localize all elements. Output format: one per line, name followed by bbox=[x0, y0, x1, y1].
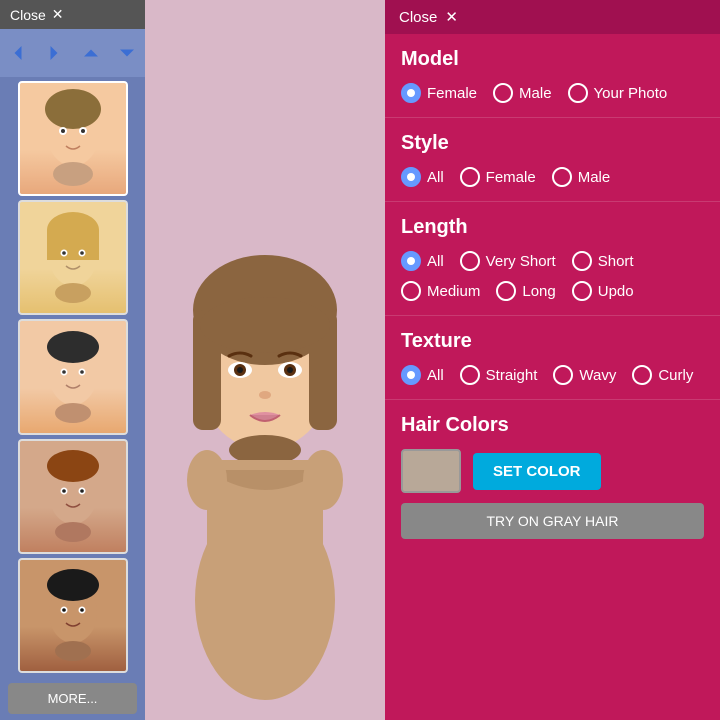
close-label-left: Close bbox=[10, 7, 46, 23]
texture-options: All Straight Wavy Curly bbox=[401, 365, 704, 385]
texture-curly-option[interactable]: Curly bbox=[632, 365, 693, 385]
try-gray-button[interactable]: TRY ON GRAY HAIR bbox=[401, 503, 704, 539]
style-male-label: Male bbox=[578, 169, 611, 186]
close-icon-right: ✕ bbox=[445, 8, 458, 26]
arrow-right-icon bbox=[40, 39, 68, 67]
style-section: Style All Female Male bbox=[385, 118, 720, 202]
arrow-down-icon bbox=[113, 39, 141, 67]
model-female-label: Female bbox=[427, 85, 477, 102]
length-all-radio[interactable] bbox=[401, 251, 421, 271]
model-options: Female Male Your Photo bbox=[401, 83, 704, 103]
length-long-radio[interactable] bbox=[496, 281, 516, 301]
texture-title: Texture bbox=[401, 330, 704, 353]
texture-straight-radio[interactable] bbox=[460, 365, 480, 385]
length-medium-option[interactable]: Medium bbox=[401, 281, 480, 301]
texture-curly-radio[interactable] bbox=[632, 365, 652, 385]
model-male-label: Male bbox=[519, 85, 552, 102]
model-figure bbox=[155, 20, 375, 700]
arrow-left-icon bbox=[4, 39, 32, 67]
color-row: SET COLOR bbox=[401, 449, 704, 493]
length-short-label: Short bbox=[598, 253, 634, 270]
arrow-up-icon bbox=[77, 39, 105, 67]
texture-straight-label: Straight bbox=[486, 367, 538, 384]
set-color-button[interactable]: SET COLOR bbox=[473, 453, 601, 490]
length-short-option[interactable]: Short bbox=[572, 251, 634, 271]
close-button-left[interactable]: Close ✕ bbox=[0, 0, 145, 29]
thumbnail-1[interactable] bbox=[18, 81, 128, 196]
model-yourphoto-radio[interactable] bbox=[568, 83, 588, 103]
model-male-radio[interactable] bbox=[493, 83, 513, 103]
length-long-label: Long bbox=[522, 283, 555, 300]
model-male-option[interactable]: Male bbox=[493, 83, 552, 103]
style-options: All Female Male bbox=[401, 167, 704, 187]
thumbnail-4[interactable] bbox=[18, 439, 128, 554]
face-svg-3 bbox=[33, 327, 113, 427]
texture-curly-label: Curly bbox=[658, 367, 693, 384]
model-title: Model bbox=[401, 48, 704, 71]
length-title: Length bbox=[401, 216, 704, 239]
model-yourphoto-option[interactable]: Your Photo bbox=[568, 83, 668, 103]
style-all-option[interactable]: All bbox=[401, 167, 444, 187]
length-short-radio[interactable] bbox=[572, 251, 592, 271]
right-panel: Close ✕ Model Female Male Your Photo Sty… bbox=[385, 0, 720, 720]
nav-arrows bbox=[0, 29, 145, 77]
style-male-option[interactable]: Male bbox=[552, 167, 611, 187]
arrow-down-button[interactable] bbox=[113, 37, 141, 69]
length-options: All Very Short Short Medium Long Updo bbox=[401, 251, 704, 301]
length-vshort-radio[interactable] bbox=[460, 251, 480, 271]
length-all-label: All bbox=[427, 253, 444, 270]
hair-colors-section: Hair Colors SET COLOR TRY ON GRAY HAIR bbox=[385, 400, 720, 553]
style-male-radio[interactable] bbox=[552, 167, 572, 187]
texture-wavy-option[interactable]: Wavy bbox=[553, 365, 616, 385]
thumbnails-container bbox=[0, 77, 145, 677]
style-all-label: All bbox=[427, 169, 444, 186]
texture-wavy-radio[interactable] bbox=[553, 365, 573, 385]
length-vshort-label: Very Short bbox=[486, 253, 556, 270]
thumbnail-3[interactable] bbox=[18, 319, 128, 434]
arrow-up-button[interactable] bbox=[77, 37, 105, 69]
length-updo-radio[interactable] bbox=[572, 281, 592, 301]
color-swatch[interactable] bbox=[401, 449, 461, 493]
model-female-radio[interactable] bbox=[401, 83, 421, 103]
length-medium-radio[interactable] bbox=[401, 281, 421, 301]
length-section: Length All Very Short Short Medium Long bbox=[385, 202, 720, 316]
texture-wavy-label: Wavy bbox=[579, 367, 616, 384]
arrow-right-button[interactable] bbox=[40, 37, 68, 69]
thumbnail-5[interactable] bbox=[18, 558, 128, 673]
style-female-label: Female bbox=[486, 169, 536, 186]
left-panel: Close ✕ bbox=[0, 0, 145, 720]
style-title: Style bbox=[401, 132, 704, 155]
style-all-radio[interactable] bbox=[401, 167, 421, 187]
length-updo-label: Updo bbox=[598, 283, 634, 300]
length-all-option[interactable]: All bbox=[401, 251, 444, 271]
model-section: Model Female Male Your Photo bbox=[385, 34, 720, 118]
length-medium-label: Medium bbox=[427, 283, 480, 300]
style-female-radio[interactable] bbox=[460, 167, 480, 187]
length-updo-option[interactable]: Updo bbox=[572, 281, 634, 301]
face-svg-1 bbox=[33, 89, 113, 189]
length-long-option[interactable]: Long bbox=[496, 281, 555, 301]
texture-straight-option[interactable]: Straight bbox=[460, 365, 538, 385]
thumbnail-2[interactable] bbox=[18, 200, 128, 315]
arrow-left-button[interactable] bbox=[4, 37, 32, 69]
close-icon-left: ✕ bbox=[52, 6, 64, 23]
texture-section: Texture All Straight Wavy Curly bbox=[385, 316, 720, 400]
style-female-option[interactable]: Female bbox=[460, 167, 536, 187]
texture-all-option[interactable]: All bbox=[401, 365, 444, 385]
more-button[interactable]: MORE... bbox=[8, 683, 137, 714]
close-button-right[interactable]: Close ✕ bbox=[385, 0, 720, 34]
texture-all-radio[interactable] bbox=[401, 365, 421, 385]
face-svg-4 bbox=[33, 446, 113, 546]
center-panel bbox=[145, 0, 385, 720]
model-female-option[interactable]: Female bbox=[401, 83, 477, 103]
model-yourphoto-label: Your Photo bbox=[594, 85, 668, 102]
close-label-right: Close bbox=[399, 9, 437, 26]
face-svg-2 bbox=[33, 208, 113, 308]
texture-all-label: All bbox=[427, 367, 444, 384]
hair-colors-title: Hair Colors bbox=[401, 414, 704, 437]
face-svg-5 bbox=[33, 565, 113, 665]
length-vshort-option[interactable]: Very Short bbox=[460, 251, 556, 271]
